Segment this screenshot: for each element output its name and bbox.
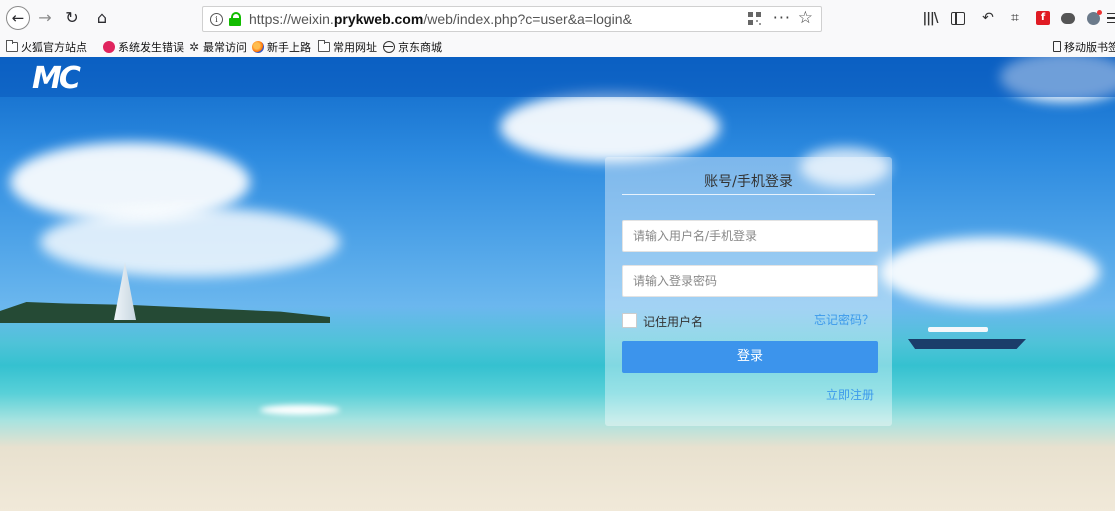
bookmarks-bar: 火狐官方站点 系统发生错误 ✲ 最常访问 新手上路 常用网址 京东商城 移动版书… (0, 36, 1115, 58)
library-icon[interactable]: |||\ (920, 8, 940, 28)
lock-icon[interactable] (229, 12, 241, 26)
info-icon[interactable]: i (210, 12, 223, 26)
mobile-icon (1053, 41, 1061, 52)
globe-icon (383, 40, 395, 53)
login-button[interactable]: 登录 (622, 341, 878, 373)
flash-icon[interactable]: f (1033, 8, 1053, 28)
cloud-shape (500, 92, 720, 162)
folder-icon (6, 39, 18, 52)
page-background: MC 账号/手机登录 记住用户名 忘记密码？ 登录 立即注册 (0, 57, 1115, 511)
chat-bubble-icon[interactable] (1058, 8, 1078, 28)
undo-arrow-icon[interactable]: ↶ (978, 8, 998, 28)
gear-icon: ✲ (188, 39, 200, 54)
island-shape (0, 302, 330, 323)
remember-username-checkbox[interactable] (622, 313, 637, 328)
cloud-shape (40, 207, 340, 277)
username-input[interactable] (622, 220, 878, 252)
cloud-shape (880, 237, 1100, 307)
bookmark-system-error[interactable]: 系统发生错误 (103, 39, 184, 54)
remember-username-label[interactable]: 记住用户名 (643, 313, 703, 330)
bookmark-most-visited[interactable]: ✲ 最常访问 (188, 39, 247, 54)
url-text[interactable]: https://weixin.prykweb.com/web/index.php… (249, 11, 632, 27)
back-arrow-icon[interactable]: ← (6, 6, 30, 30)
browser-toolbar: ← → ↻ ⌂ i https://weixin.prykweb.com/web… (0, 0, 1115, 36)
qr-code-icon[interactable] (748, 12, 761, 25)
site-header: MC (0, 57, 1115, 97)
wave-shape (260, 405, 340, 415)
login-title: 账号/手机登录 (704, 174, 793, 190)
password-input[interactable] (622, 265, 878, 297)
firefox-icon (252, 40, 264, 53)
bookmark-jd-mall[interactable]: 京东商城 (383, 39, 442, 54)
more-actions-icon[interactable]: ··· (773, 8, 791, 27)
home-icon[interactable]: ⌂ (93, 7, 111, 29)
login-panel: 账号/手机登录 记住用户名 忘记密码？ 登录 立即注册 (605, 157, 892, 426)
address-bar[interactable]: i https://weixin.prykweb.com/web/index.p… (202, 6, 822, 32)
bookmark-getting-started[interactable]: 新手上路 (252, 39, 311, 54)
bookmark-mobile[interactable]: 移动版书签 (1053, 39, 1115, 54)
extension-icon[interactable] (1083, 8, 1103, 28)
bookmark-star-icon[interactable]: ☆ (798, 8, 813, 28)
site-logo[interactable]: MC (32, 61, 81, 96)
register-link[interactable]: 立即注册 (826, 386, 874, 403)
crop-icon[interactable]: ⌗ (1005, 8, 1025, 28)
hamburger-menu-icon[interactable] (1104, 8, 1115, 28)
bookmark-firefox-official[interactable]: 火狐官方站点 (6, 39, 87, 54)
forward-arrow-icon[interactable]: → (36, 7, 54, 29)
bookmark-common-sites[interactable]: 常用网址 (318, 39, 377, 54)
title-divider (622, 194, 875, 195)
motorboat-shape (908, 327, 1026, 349)
folder-icon (318, 39, 330, 52)
weibo-icon (103, 40, 115, 53)
forgot-password-link[interactable]: 忘记密码？ (814, 311, 874, 328)
sidebar-icon[interactable] (948, 8, 968, 28)
reload-icon[interactable]: ↻ (63, 7, 81, 29)
